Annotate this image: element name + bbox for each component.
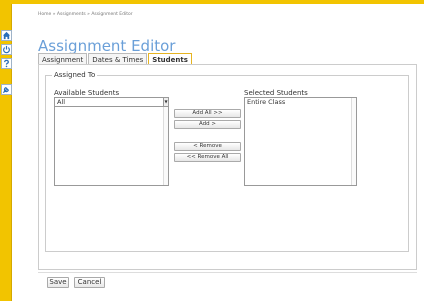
sidebar [0, 4, 12, 301]
selected-students-label: Selected Students [244, 89, 308, 97]
available-students-select[interactable]: All ▼ [55, 98, 168, 107]
top-accent-bar [0, 0, 424, 4]
available-scrollbar[interactable] [163, 107, 168, 185]
logout-button[interactable] [1, 44, 12, 55]
tools-icon [2, 85, 11, 94]
save-button[interactable]: Save [47, 277, 69, 288]
power-icon [2, 45, 11, 54]
remove-all-button[interactable]: << Remove All [174, 153, 241, 162]
available-students-select-value: All [57, 98, 66, 106]
tools-button[interactable] [1, 84, 12, 95]
add-button[interactable]: Add > [174, 120, 241, 129]
home-button[interactable] [1, 30, 12, 41]
selected-scrollbar[interactable] [351, 98, 356, 185]
students-panel: Assigned To Available Students All ▼ Sel… [38, 64, 417, 270]
assigned-to-fieldset: Assigned To Available Students All ▼ Sel… [45, 71, 409, 252]
selected-student-item[interactable]: Entire Class [245, 98, 356, 106]
footer-divider [38, 272, 417, 273]
available-students-list[interactable]: All ▼ [54, 97, 169, 186]
chevron-down-icon[interactable]: ▼ [163, 98, 168, 106]
selected-students-list[interactable]: Entire Class [244, 97, 357, 186]
available-students-label: Available Students [54, 89, 120, 97]
cancel-button[interactable]: Cancel [74, 277, 105, 288]
remove-button[interactable]: < Remove [174, 142, 241, 151]
assigned-to-legend: Assigned To [52, 71, 98, 79]
help-icon [2, 59, 11, 68]
add-all-button[interactable]: Add All >> [174, 109, 241, 118]
breadcrumb[interactable]: Home » Assignments » Assignment Editor [38, 12, 133, 17]
home-icon [2, 31, 11, 40]
help-button[interactable] [1, 58, 12, 69]
